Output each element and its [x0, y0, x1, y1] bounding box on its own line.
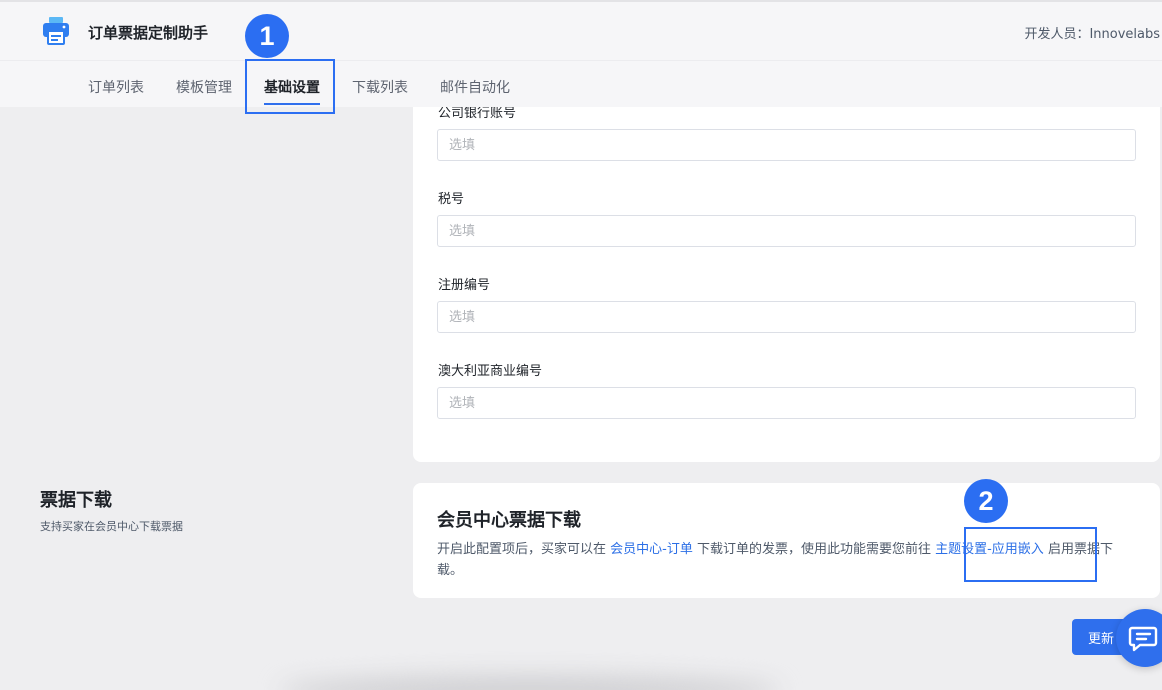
desc-text-2: 下载订单的发票，使用此功能需要您前往 — [692, 542, 936, 557]
chat-button[interactable] — [1116, 609, 1162, 667]
registration-number-input[interactable] — [437, 301, 1136, 333]
header-divider — [0, 60, 1162, 61]
abn-input[interactable] — [437, 387, 1136, 419]
invoice-info-card: 公司银行账号 税号 注册编号 澳大利亚商业编号 — [413, 60, 1160, 462]
section-subtitle: 支持买家在会员中心下载票据 — [40, 520, 183, 533]
app-header: 订单票据定制助手 开发人员：Innovelabs 订单列表 模板管理 基础设置 … — [0, 0, 1162, 107]
step-badge-1: 1 — [245, 14, 289, 58]
chat-icon — [1128, 626, 1158, 652]
bottom-shadow — [280, 676, 780, 690]
field-label-abn: 澳大利亚商业编号 — [438, 364, 543, 379]
tab-template-management[interactable]: 模板管理 — [176, 77, 232, 97]
tab-bar: 订单列表 模板管理 基础设置 下载列表 邮件自动化 — [0, 62, 1162, 108]
step-badge-2: 2 — [964, 479, 1008, 523]
tab-email-automation[interactable]: 邮件自动化 — [440, 77, 510, 97]
member-center-orders-link[interactable]: 会员中心-订单 — [610, 542, 693, 557]
highlight-box-basic-settings — [245, 59, 335, 114]
developer-info: 开发人员：Innovelabs — [1024, 27, 1160, 42]
tax-number-input[interactable] — [437, 215, 1136, 247]
section-title: 票据下载 — [40, 490, 112, 511]
app-title: 订单票据定制助手 — [88, 24, 209, 42]
tab-download-list[interactable]: 下载列表 — [352, 77, 408, 97]
highlight-box-theme-settings-link — [964, 527, 1097, 582]
desc-text-1: 开启此配置项后，买家可以在 — [437, 542, 611, 557]
printer-icon — [43, 17, 69, 45]
tab-order-list[interactable]: 订单列表 — [88, 77, 144, 97]
bank-account-input[interactable] — [437, 129, 1136, 161]
card-title: 会员中心票据下载 — [437, 510, 581, 531]
field-label-registration-number: 注册编号 — [438, 278, 491, 293]
field-label-tax-number: 税号 — [438, 192, 465, 207]
download-section-header: 票据下载 支持买家在会员中心下载票据 — [40, 486, 183, 534]
